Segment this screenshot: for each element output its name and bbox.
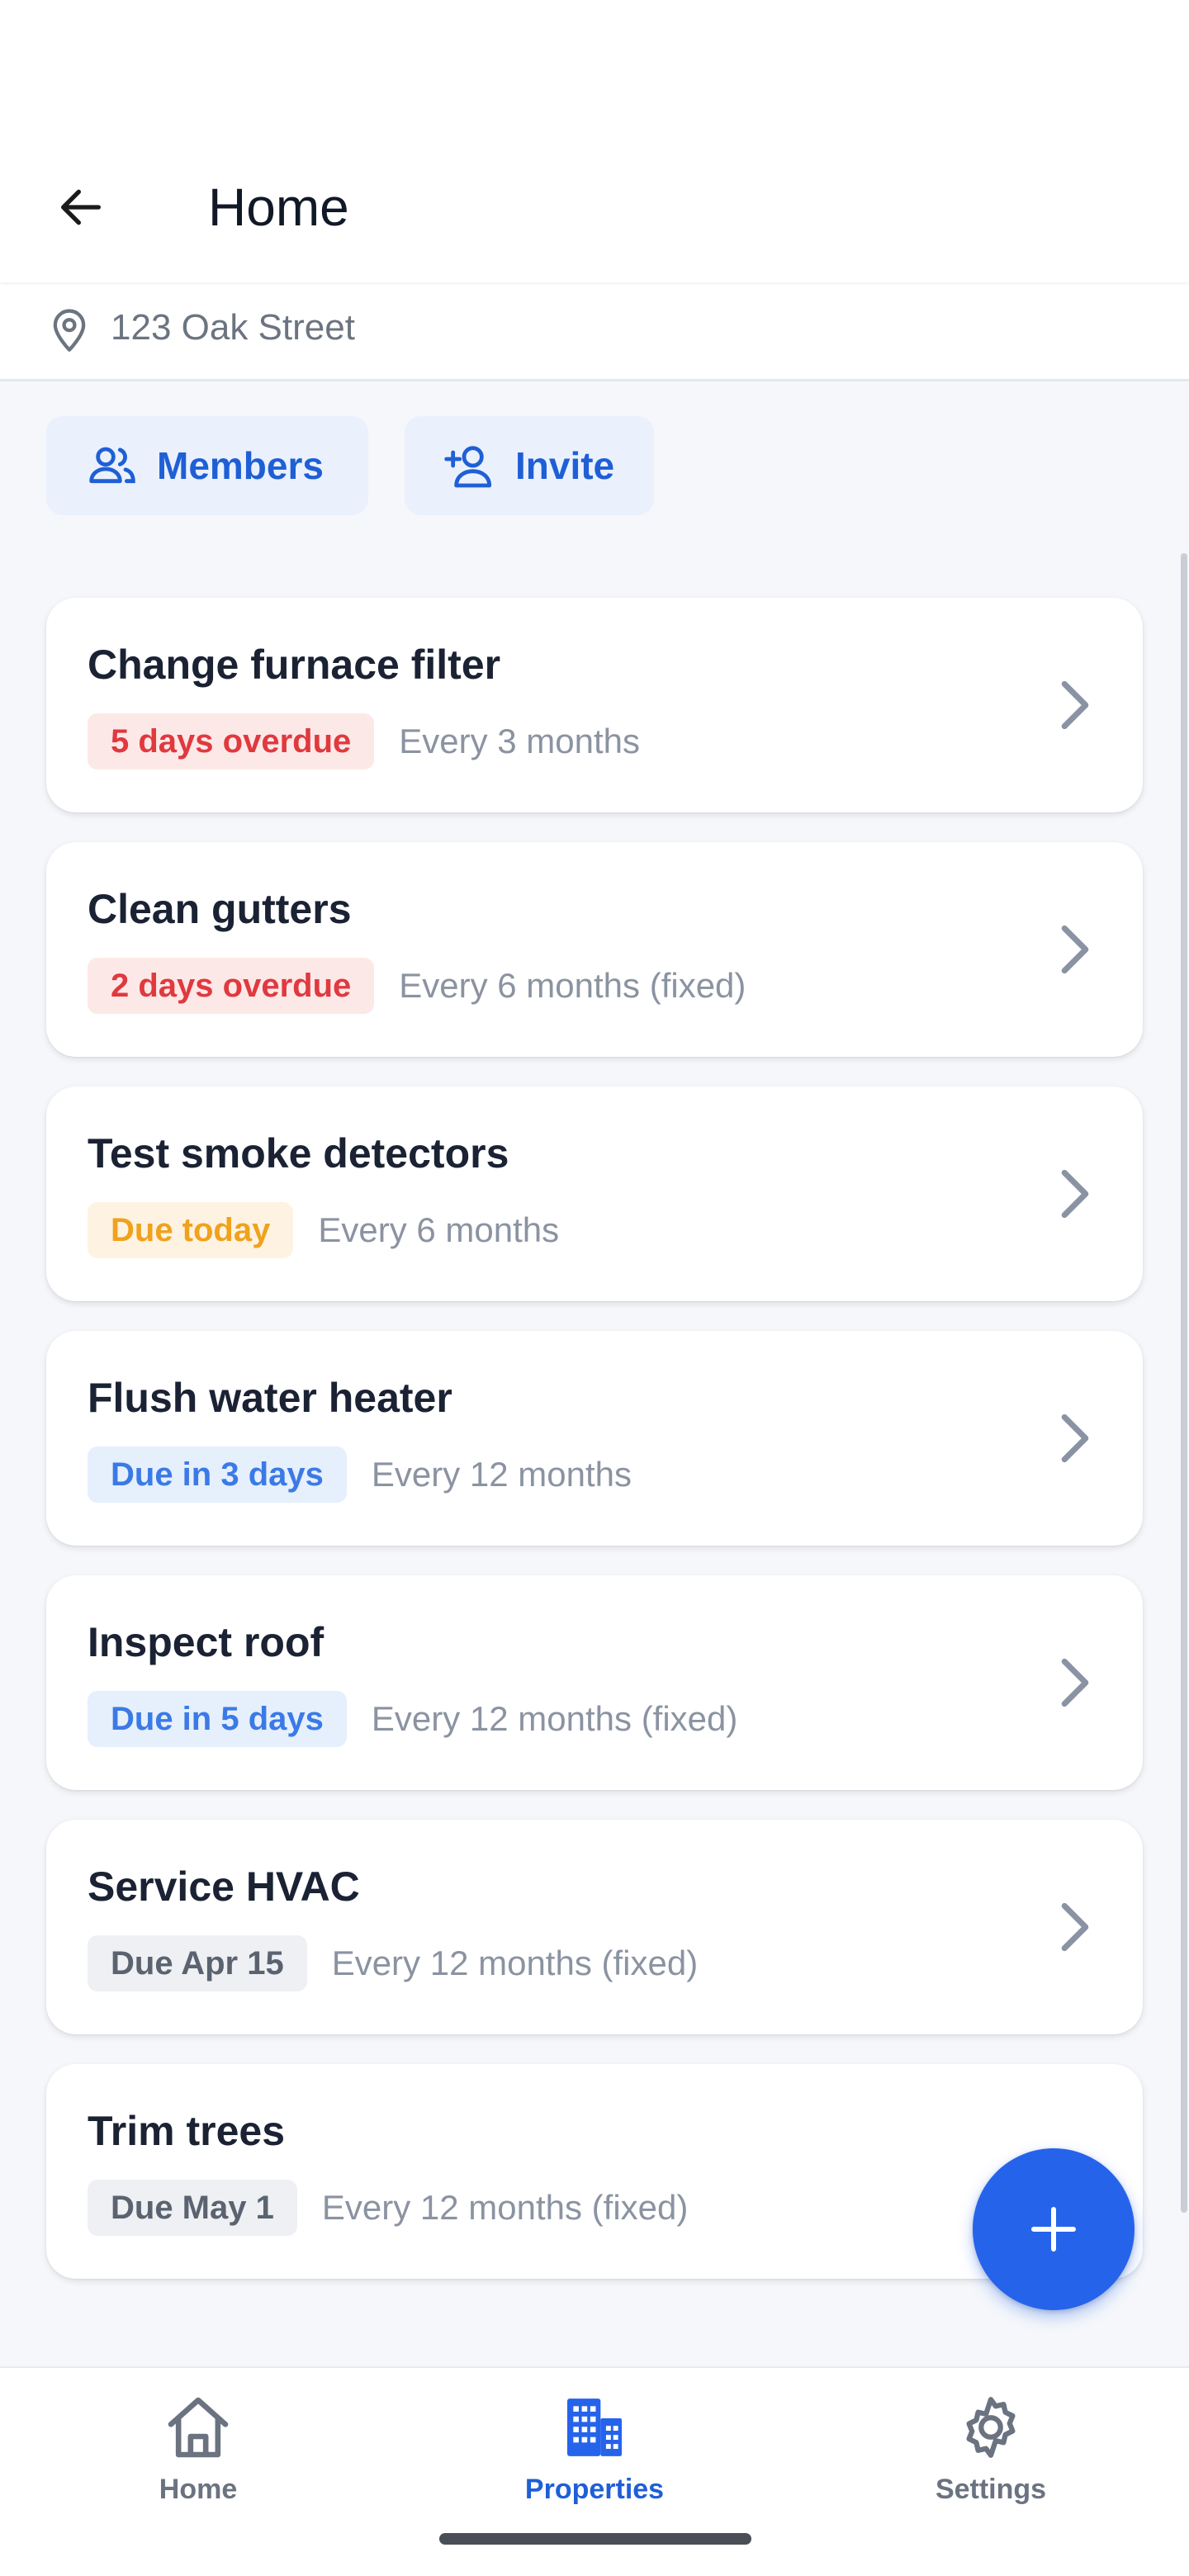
task-title: Service HVAC: [88, 1863, 360, 1910]
chevron-right-icon: [1061, 925, 1089, 974]
task-title: Trim trees: [88, 2108, 286, 2154]
task-meta: 5 days overdue Every 3 months: [88, 713, 640, 769]
status-bar: [0, 0, 1189, 132]
add-task-button[interactable]: [973, 2148, 1135, 2310]
task-card[interactable]: Clean gutters 2 days overdue Every 6 mon…: [46, 842, 1143, 1057]
chevron-right-icon: [1061, 1413, 1089, 1463]
property-address-row: 123 Oak Street: [0, 282, 1189, 381]
property-address: 123 Oak Street: [111, 307, 355, 348]
task-meta: Due in 5 days Every 12 months (fixed): [88, 1691, 737, 1747]
user-plus-icon: [444, 439, 497, 492]
status-badge: 2 days overdue: [88, 958, 375, 1014]
nav-label: Home: [159, 2474, 238, 2505]
nav-item-home[interactable]: Home: [99, 2388, 297, 2506]
chevron-right-icon: [1061, 1902, 1089, 1952]
members-button-label: Members: [157, 444, 324, 487]
task-meta: Due today Every 6 months: [88, 1202, 559, 1258]
task-frequency: Every 12 months (fixed): [321, 2188, 689, 2227]
status-badge: Due in 5 days: [88, 1691, 347, 1747]
task-title: Change furnace filter: [88, 642, 501, 688]
invite-button-label: Invite: [515, 444, 615, 487]
task-list: Change furnace filter 5 days overdue Eve…: [46, 598, 1143, 2308]
nav-label: Settings: [935, 2474, 1047, 2505]
users-icon: [86, 439, 139, 492]
house-icon: [159, 2388, 238, 2467]
plus-icon: [1031, 2207, 1076, 2252]
arrow-left-icon: [61, 189, 101, 225]
task-title: Clean gutters: [88, 886, 352, 932]
status-badge: Due May 1: [88, 2180, 297, 2236]
task-meta: 2 days overdue Every 6 months (fixed): [88, 958, 746, 1014]
task-frequency: Every 12 months (fixed): [371, 1699, 738, 1738]
task-card[interactable]: Inspect roof Due in 5 days Every 12 mont…: [46, 1575, 1143, 1790]
task-frequency: Every 12 months (fixed): [331, 1944, 699, 1982]
map-pin-icon: [53, 309, 86, 352]
status-badge: Due in 3 days: [88, 1447, 347, 1503]
task-frequency: Every 6 months: [318, 1210, 560, 1249]
task-frequency: Every 3 months: [399, 722, 641, 760]
property-actions: Members Invite: [46, 416, 654, 515]
invite-button[interactable]: Invite: [405, 416, 654, 515]
screen: Home 123 Oak Street Members Invite Chang…: [0, 0, 1189, 2576]
status-badge: Due today: [88, 1202, 294, 1258]
task-frequency: Every 6 months (fixed): [399, 966, 746, 1005]
task-frequency: Every 12 months: [371, 1455, 632, 1494]
task-card[interactable]: Flush water heater Due in 3 days Every 1…: [46, 1331, 1143, 1546]
home-indicator[interactable]: [439, 2533, 751, 2545]
back-button[interactable]: [48, 174, 114, 240]
chevron-right-icon: [1061, 680, 1089, 730]
task-meta: Due Apr 15 Every 12 months (fixed): [88, 1935, 698, 1991]
task-card[interactable]: Test smoke detectors Due today Every 6 m…: [46, 1087, 1143, 1301]
nav-item-settings[interactable]: Settings: [892, 2388, 1090, 2506]
nav-label: Properties: [524, 2474, 665, 2505]
building-icon: [555, 2388, 634, 2467]
status-badge: 5 days overdue: [88, 713, 375, 769]
task-card[interactable]: Service HVAC Due Apr 15 Every 12 months …: [46, 1820, 1143, 2034]
members-button[interactable]: Members: [46, 416, 368, 515]
task-title: Flush water heater: [88, 1375, 452, 1421]
chevron-right-icon: [1061, 1169, 1089, 1219]
page-title: Home: [208, 178, 349, 237]
task-meta: Due in 3 days Every 12 months: [88, 1447, 632, 1503]
scrollbar[interactable]: [1181, 553, 1187, 2213]
task-card[interactable]: Change furnace filter 5 days overdue Eve…: [46, 598, 1143, 812]
task-title: Inspect roof: [88, 1619, 324, 1665]
status-badge: Due Apr 15: [88, 1935, 307, 1991]
nav-item-properties[interactable]: Properties: [495, 2388, 694, 2506]
gear-icon: [951, 2388, 1030, 2467]
task-title: Test smoke detectors: [88, 1130, 509, 1177]
app-bar: Home: [0, 132, 1189, 282]
chevron-right-icon: [1061, 1658, 1089, 1707]
task-meta: Due May 1 Every 12 months (fixed): [88, 2180, 688, 2236]
